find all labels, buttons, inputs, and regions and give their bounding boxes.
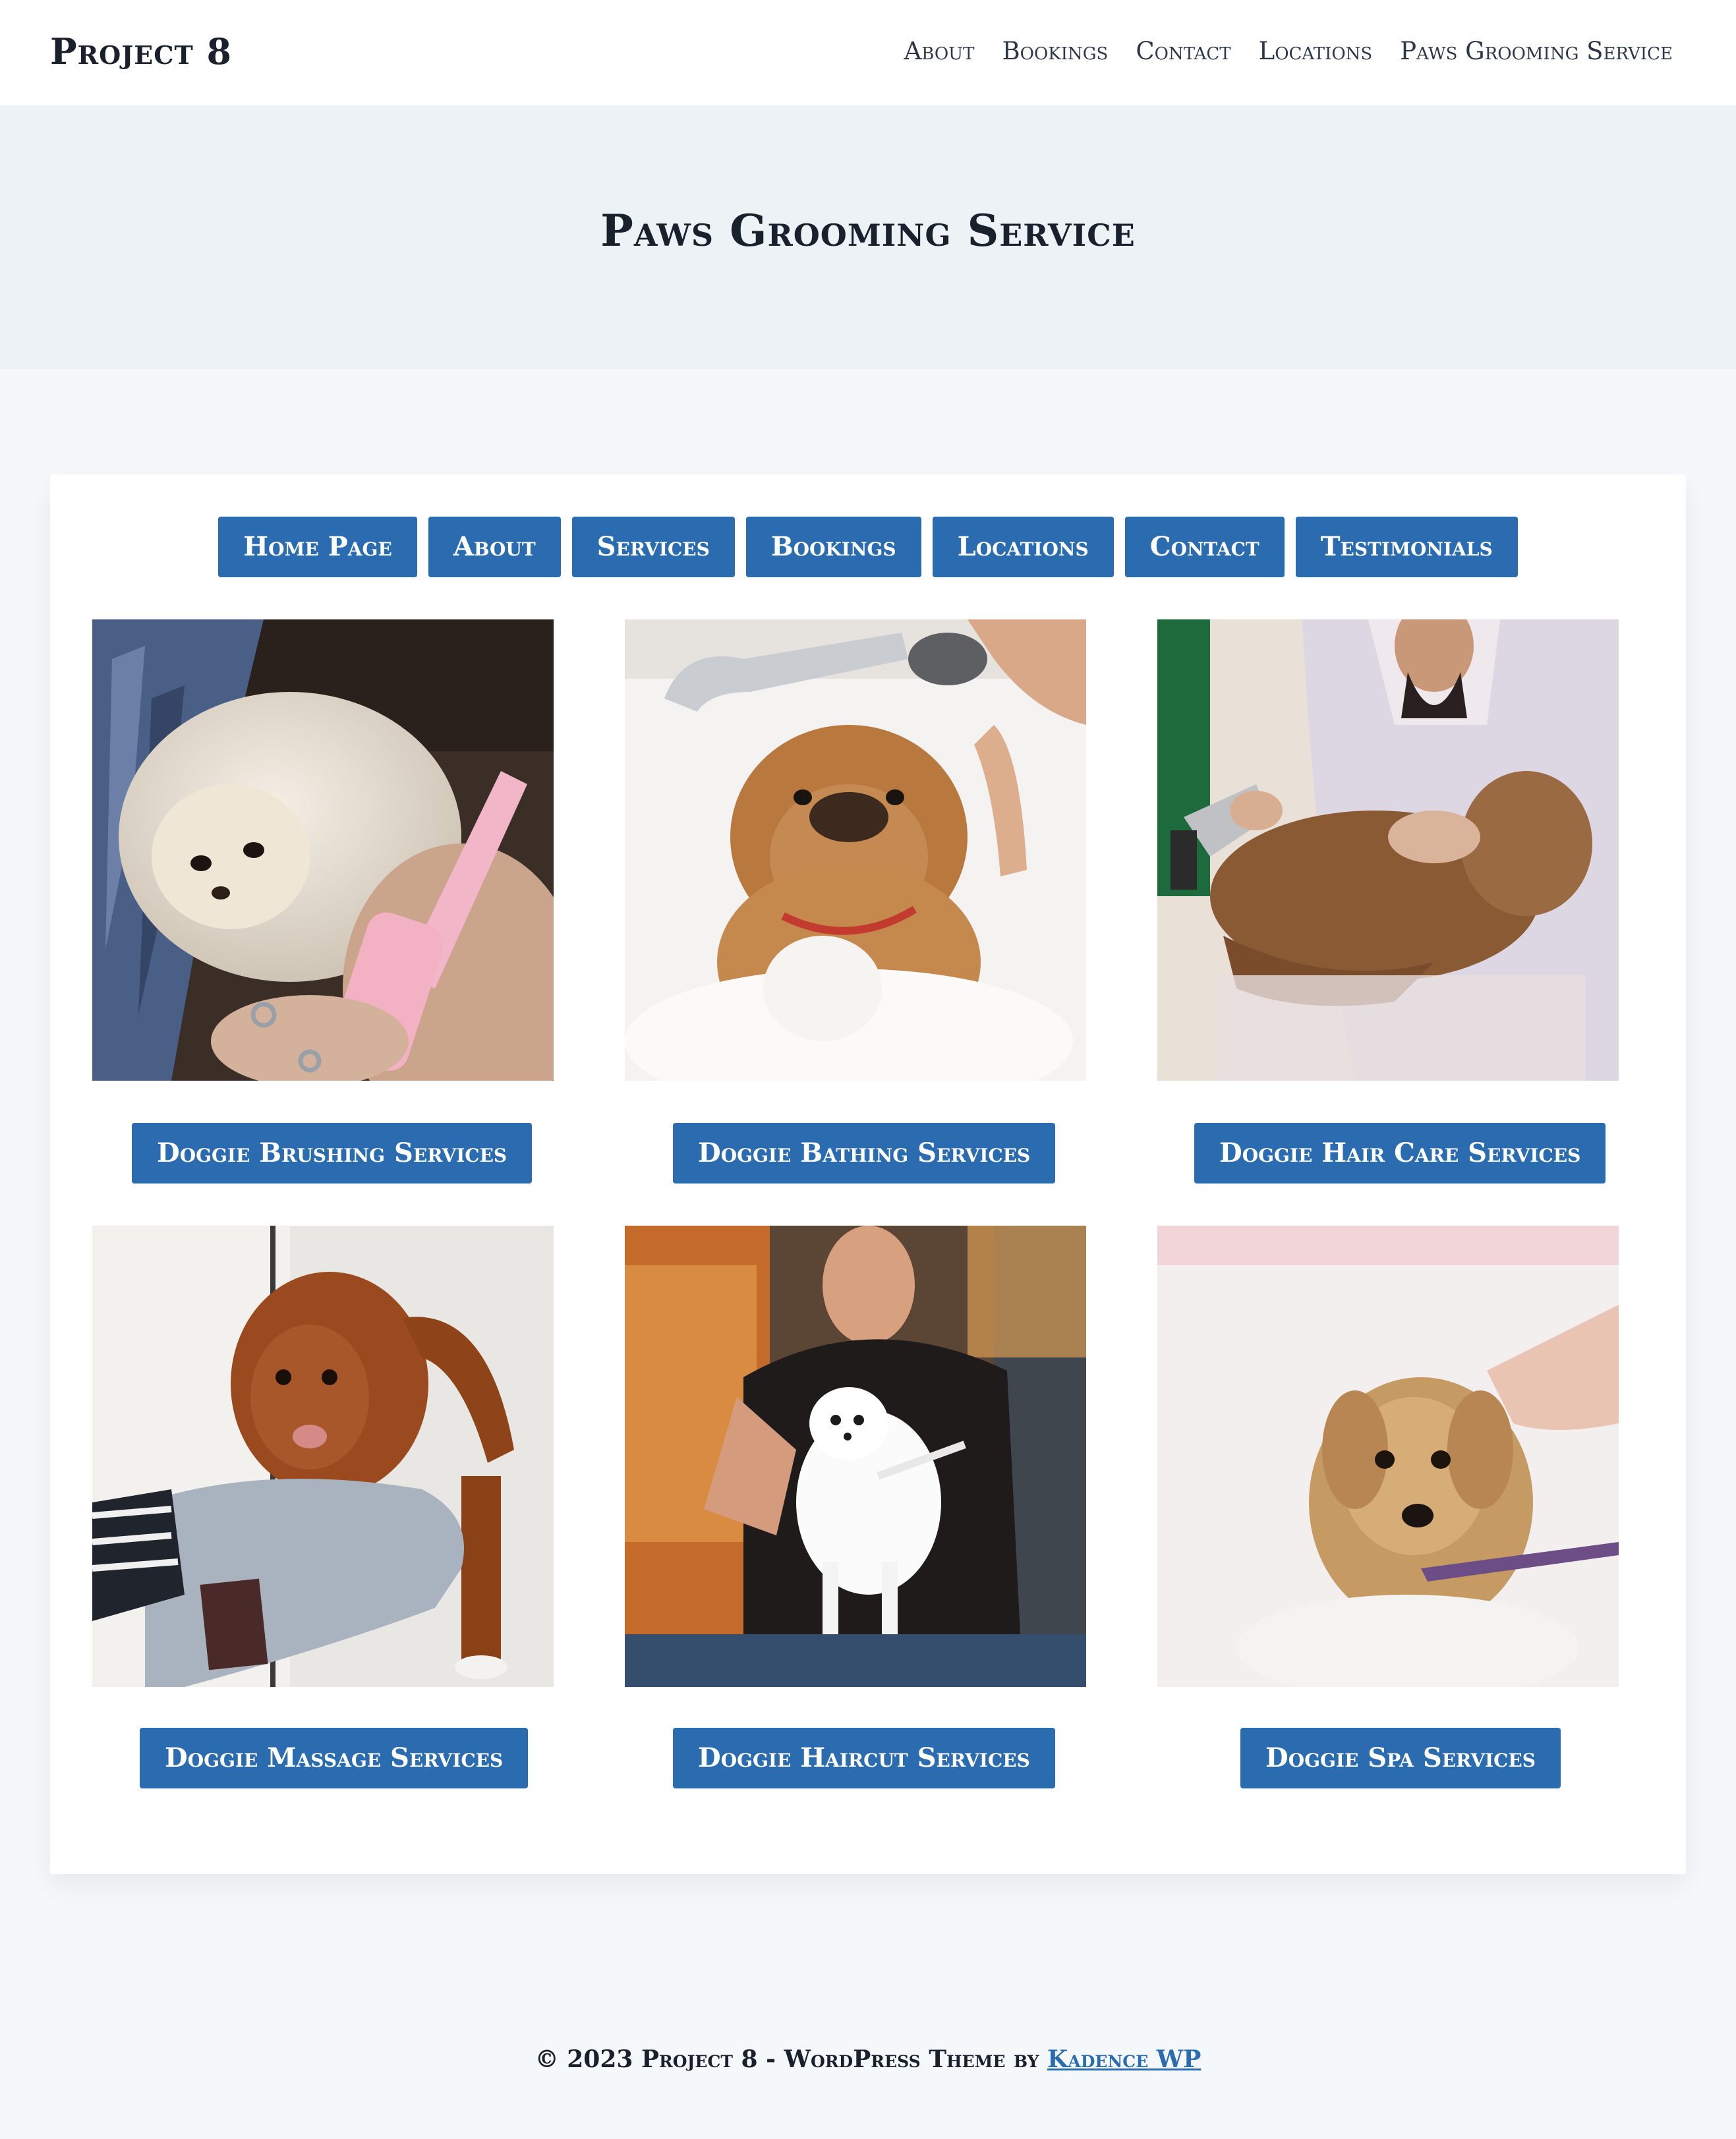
dog-spa-photo (1157, 1226, 1619, 1687)
site-title[interactable]: Project 8 (50, 26, 232, 76)
doggie-brushing-services-button[interactable]: Doggie Brushing Services (132, 1123, 533, 1184)
dog-bathing-photo (625, 619, 1086, 1081)
site-footer: © 2023 Project 8 - WordPress Theme by Ka… (0, 2043, 1736, 2076)
nav-item-paws-grooming-service[interactable]: Paws Grooming Service (1400, 34, 1673, 69)
site-header: Project 8 About Bookings Contact Locatio… (0, 0, 1736, 105)
home-page-button[interactable]: Home Page (218, 517, 417, 577)
dog-towel-massage-photo (92, 1226, 554, 1687)
page-hero: Paws Grooming Service (0, 105, 1736, 369)
nav-item-about[interactable]: About (904, 34, 975, 69)
content-card: Home Page About Services Bookings Locati… (50, 474, 1686, 1874)
doggie-hair-care-services-button[interactable]: Doggie Hair Care Services (1194, 1123, 1606, 1184)
nav-item-locations[interactable]: Locations (1259, 34, 1373, 69)
locations-button[interactable]: Locations (932, 517, 1114, 577)
dog-hair-drying-photo (1157, 619, 1619, 1081)
dog-haircut-photo (625, 1226, 1086, 1687)
doggie-bathing-services-button[interactable]: Doggie Bathing Services (673, 1123, 1056, 1184)
nav-item-bookings[interactable]: Bookings (1002, 34, 1108, 69)
footer-theme-link[interactable]: Kadence WP (1047, 2045, 1201, 2073)
contact-button[interactable]: Contact (1124, 517, 1285, 577)
about-button[interactable]: About (428, 517, 561, 577)
doggie-massage-services-button[interactable]: Doggie Massage Services (140, 1728, 529, 1788)
doggie-spa-services-button[interactable]: Doggie Spa Services (1240, 1728, 1561, 1788)
page-title: Paws Grooming Service (600, 205, 1136, 256)
page-button-row: Home Page About Services Bookings Locati… (50, 517, 1686, 577)
testimonials-button[interactable]: Testimonials (1295, 517, 1518, 577)
dog-brushing-photo (92, 619, 554, 1081)
services-button[interactable]: Services (571, 517, 735, 577)
primary-nav: About Bookings Contact Locations Paws Gr… (904, 34, 1673, 69)
bookings-button[interactable]: Bookings (745, 517, 921, 577)
doggie-haircut-services-button[interactable]: Doggie Haircut Services (673, 1728, 1055, 1788)
nav-item-contact[interactable]: Contact (1136, 34, 1230, 69)
footer-copyright: © 2023 Project 8 - WordPress Theme by (535, 2045, 1048, 2073)
